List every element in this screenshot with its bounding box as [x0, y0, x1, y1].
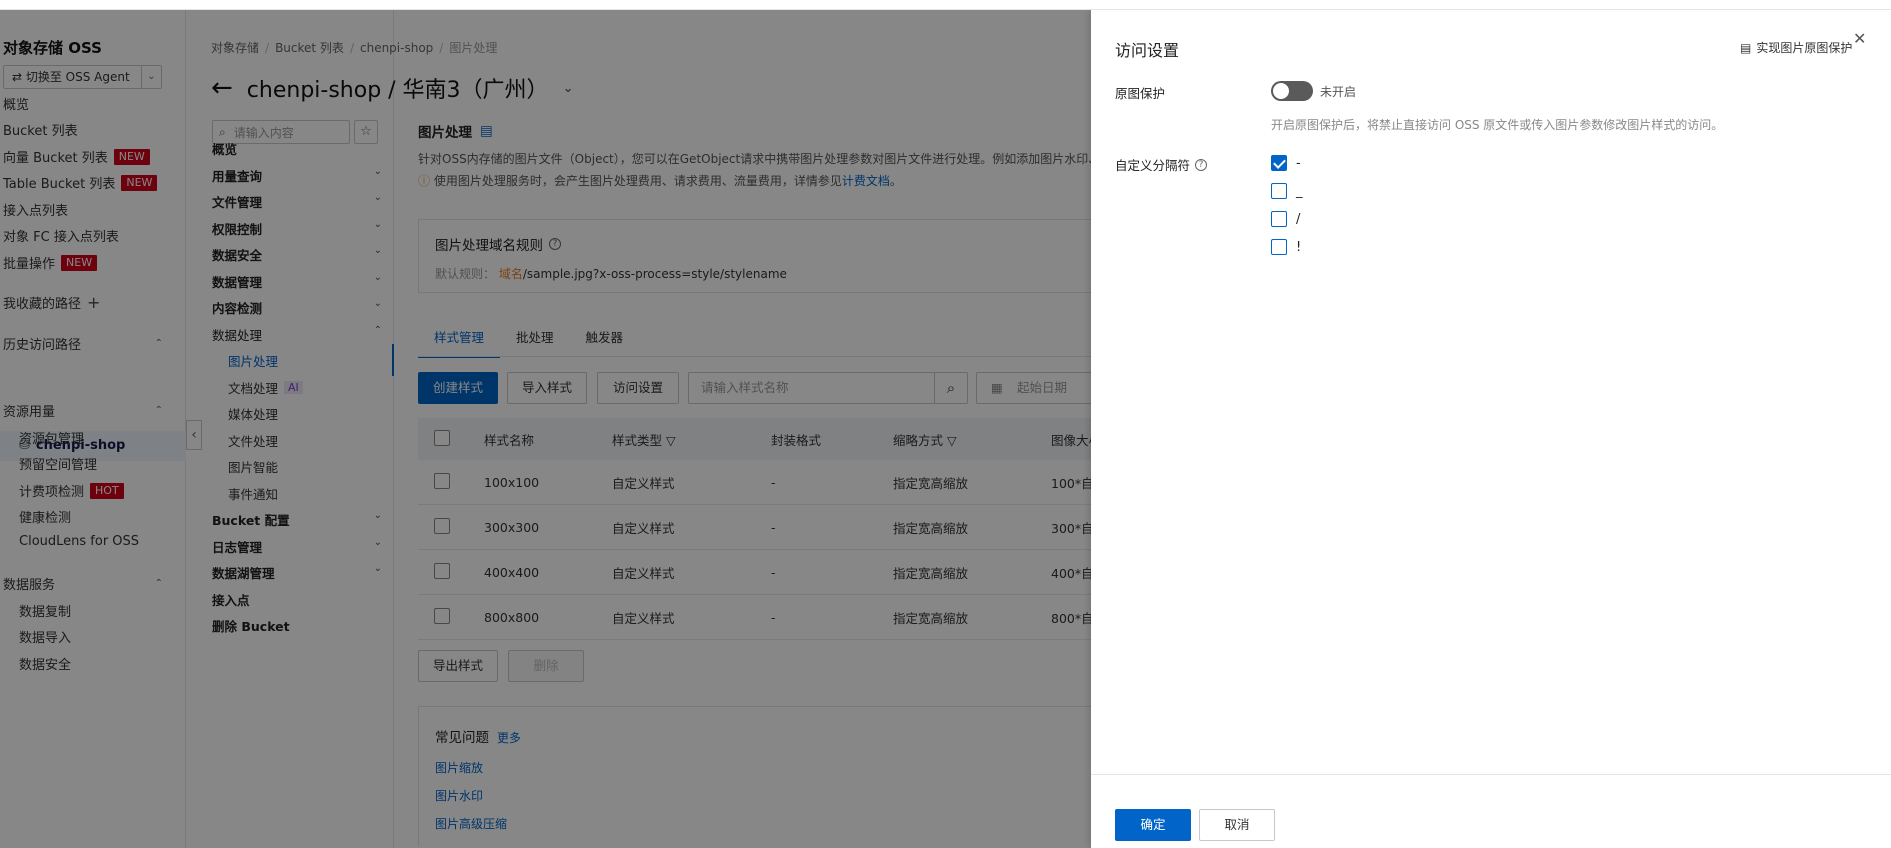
toggle-knob — [1273, 83, 1289, 99]
close-icon[interactable]: ✕ — [1853, 29, 1866, 48]
separator-option-exclaim[interactable]: ! — [1271, 239, 1301, 255]
separator-symbol: _ — [1296, 183, 1303, 199]
separator-checkbox[interactable] — [1271, 183, 1287, 199]
confirm-button[interactable]: 确定 — [1115, 809, 1191, 841]
separator-checkbox[interactable] — [1271, 155, 1287, 171]
separator-option-slash[interactable]: / — [1271, 211, 1300, 227]
separator-checkbox[interactable] — [1271, 239, 1287, 255]
toggle-state: 未开启 — [1320, 85, 1357, 99]
link-text: 实现图片原图保护 — [1756, 41, 1853, 55]
protect-label-text: 原图保护 — [1115, 86, 1166, 101]
separator-label-text: 自定义分隔符 — [1115, 158, 1191, 173]
separator-symbol: ! — [1296, 239, 1302, 255]
doc-icon: ▤ — [1740, 40, 1752, 55]
protect-label: 原图保护 — [1115, 83, 1165, 102]
cancel-button[interactable]: 取消 — [1199, 809, 1275, 841]
separator-symbol: - — [1296, 155, 1301, 171]
separator-label: 自定义分隔符 ? — [1115, 155, 1208, 174]
drawer-title: 访问设置 — [1115, 41, 1180, 60]
top-bar — [0, 0, 1891, 10]
separator-option-dash[interactable]: - — [1271, 155, 1301, 171]
protection-hint: 开启原图保护后，将禁止直接访问 OSS 原文件或传入图片参数修改图片样式的访问。 — [1271, 118, 1724, 132]
access-settings-drawer: 访问设置 ▤ 实现图片原图保护 ✕ 原图保护 未开启 开启原图保护后，将禁止直接… — [1091, 10, 1891, 848]
separator-checkbox[interactable] — [1271, 211, 1287, 227]
modal-overlay[interactable] — [0, 10, 1091, 848]
drawer-footer-divider — [1091, 774, 1891, 775]
separator-symbol: / — [1296, 211, 1301, 227]
help-icon[interactable]: ? — [1195, 158, 1208, 171]
original-protection-link[interactable]: ▤ 实现图片原图保护 — [1740, 39, 1852, 56]
separator-option-underscore[interactable]: _ — [1271, 183, 1303, 199]
protection-toggle[interactable] — [1271, 81, 1313, 101]
